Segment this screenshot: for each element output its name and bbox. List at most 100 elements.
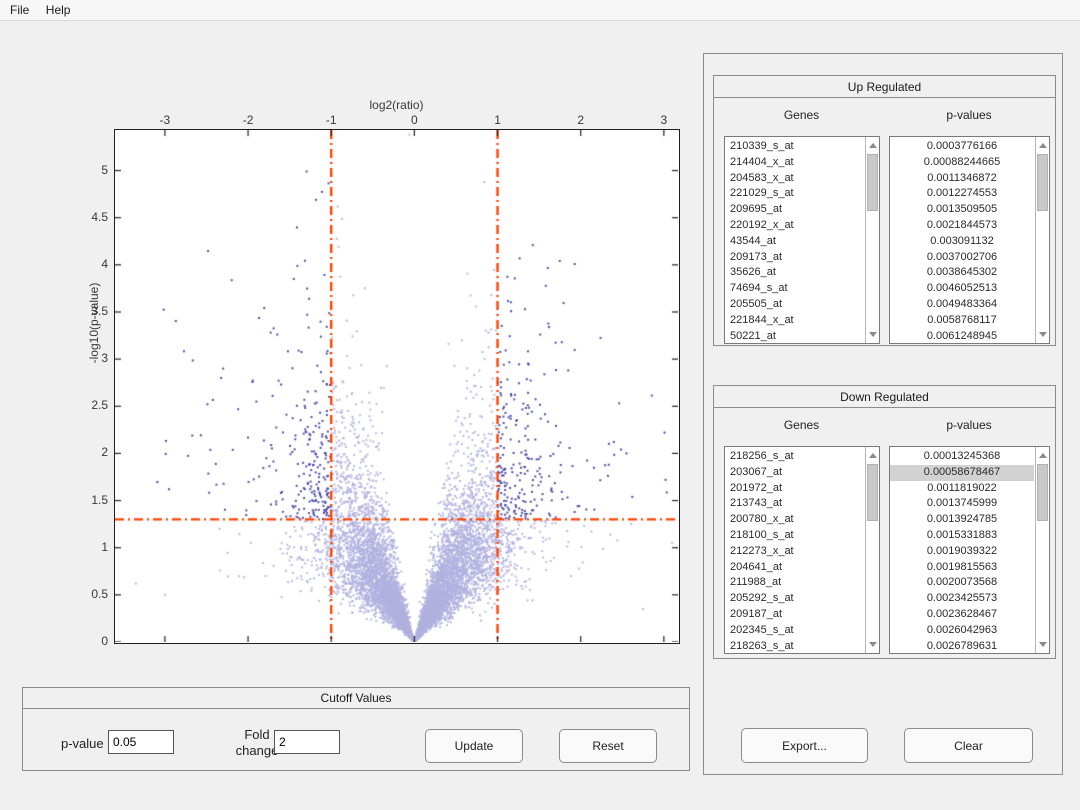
x-tick-label: -3: [145, 113, 185, 127]
y-axis-title: -log10(p-value): [87, 253, 101, 393]
list-item[interactable]: 221844_x_at: [725, 313, 864, 329]
list-item[interactable]: 209187_at: [725, 607, 864, 623]
list-item[interactable]: 0.0058768117: [890, 313, 1034, 329]
list-item[interactable]: 0.003091132: [890, 234, 1034, 250]
x-tick-label: -1: [311, 113, 351, 127]
list-item[interactable]: 0.0015331883: [890, 528, 1034, 544]
list-item[interactable]: 0.00088244665: [890, 155, 1034, 171]
scrollbar-thumb[interactable]: [867, 154, 878, 211]
list-item[interactable]: 200780_x_at: [725, 512, 864, 528]
up-genes-header: Genes: [724, 108, 879, 122]
menu-bar: File Help: [0, 0, 1080, 21]
list-item[interactable]: 0.0011819022: [890, 481, 1034, 497]
scroll-up-icon[interactable]: [1039, 143, 1047, 148]
list-item[interactable]: 0.00058678467: [890, 465, 1034, 481]
list-item[interactable]: 0.0038645302: [890, 265, 1034, 281]
menu-item-file[interactable]: File: [4, 0, 35, 17]
list-item[interactable]: 0.0003776166: [890, 139, 1034, 155]
list-item[interactable]: 218100_s_at: [725, 528, 864, 544]
scroll-up-icon[interactable]: [869, 453, 877, 458]
clear-button[interactable]: Clear: [904, 728, 1033, 763]
list-item[interactable]: 0.0023628467: [890, 607, 1034, 623]
down-regulated-title: Down Regulated: [714, 386, 1055, 408]
up-genes-listbox[interactable]: 210339_s_at214404_x_at204583_x_at221029_…: [724, 136, 880, 344]
menu-item-help[interactable]: Help: [40, 0, 77, 17]
fold-change-input[interactable]: [274, 730, 340, 754]
list-item[interactable]: 201972_at: [725, 481, 864, 497]
list-item[interactable]: 0.0037002706: [890, 250, 1034, 266]
list-item[interactable]: 211988_at: [725, 575, 864, 591]
pvalue-label: p-value: [61, 736, 104, 751]
list-item[interactable]: 0.0020073568: [890, 575, 1034, 591]
y-tick-label: 5: [74, 163, 108, 177]
list-item[interactable]: 0.0012274553: [890, 186, 1034, 202]
list-item[interactable]: 0.0013745999: [890, 496, 1034, 512]
y-tick-label: 4.5: [74, 210, 108, 224]
x-axis-title: log2(ratio): [115, 98, 678, 112]
down-pvalues-listbox[interactable]: 0.000132453680.000586784670.00118190220.…: [889, 446, 1050, 654]
list-item[interactable]: 203067_at: [725, 465, 864, 481]
x-tick-label: 3: [644, 113, 684, 127]
list-item[interactable]: 214404_x_at: [725, 155, 864, 171]
list-item[interactable]: 0.0026789631: [890, 639, 1034, 654]
list-item[interactable]: 0.0023425573: [890, 591, 1034, 607]
up-pvalues-header: p-values: [889, 108, 1049, 122]
list-item[interactable]: 220192_x_at: [725, 218, 864, 234]
export-button[interactable]: Export...: [741, 728, 868, 763]
up-pvalues-scrollbar[interactable]: [1035, 137, 1049, 343]
scroll-up-icon[interactable]: [869, 143, 877, 148]
y-tick-label: 0.5: [74, 587, 108, 601]
list-item[interactable]: 0.0046052513: [890, 281, 1034, 297]
down-genes-scrollbar[interactable]: [865, 447, 879, 653]
list-item[interactable]: 218263_s_at: [725, 639, 864, 654]
list-item[interactable]: 213743_at: [725, 496, 864, 512]
list-item[interactable]: 0.0061248945: [890, 329, 1034, 344]
down-genes-listbox[interactable]: 218256_s_at203067_at201972_at213743_at20…: [724, 446, 880, 654]
up-genes-scrollbar[interactable]: [865, 137, 879, 343]
scroll-down-icon[interactable]: [869, 642, 877, 647]
list-item[interactable]: 0.0026042963: [890, 623, 1034, 639]
scroll-up-icon[interactable]: [1039, 453, 1047, 458]
list-item[interactable]: 35626_at: [725, 265, 864, 281]
list-item[interactable]: 0.0019039322: [890, 544, 1034, 560]
y-tick-label: 1.5: [74, 493, 108, 507]
list-item[interactable]: 209695_at: [725, 202, 864, 218]
list-item[interactable]: 0.00013245368: [890, 449, 1034, 465]
scrollbar-thumb[interactable]: [1037, 464, 1048, 521]
y-tick-label: 3: [74, 351, 108, 365]
pvalue-input[interactable]: [108, 730, 174, 754]
list-item[interactable]: 0.0011346872: [890, 171, 1034, 187]
scroll-down-icon[interactable]: [869, 332, 877, 337]
up-regulated-panel: Up Regulated Genes p-values 210339_s_at2…: [713, 75, 1056, 346]
scrollbar-thumb[interactable]: [867, 464, 878, 521]
scrollbar-thumb[interactable]: [1037, 154, 1048, 211]
list-item[interactable]: 0.0021844573: [890, 218, 1034, 234]
list-item[interactable]: 0.0013509505: [890, 202, 1034, 218]
y-tick-label: 0: [74, 634, 108, 648]
up-pvalues-listbox[interactable]: 0.00037761660.000882446650.00113468720.0…: [889, 136, 1050, 344]
list-item[interactable]: 205292_s_at: [725, 591, 864, 607]
list-item[interactable]: 0.0019815563: [890, 560, 1034, 576]
reset-button[interactable]: Reset: [559, 729, 657, 763]
list-item[interactable]: 74694_s_at: [725, 281, 864, 297]
list-item[interactable]: 218256_s_at: [725, 449, 864, 465]
x-tick-label: 2: [561, 113, 601, 127]
list-item[interactable]: 205505_at: [725, 297, 864, 313]
list-item[interactable]: 221029_s_at: [725, 186, 864, 202]
list-item[interactable]: 212273_x_at: [725, 544, 864, 560]
list-item[interactable]: 202345_s_at: [725, 623, 864, 639]
update-button[interactable]: Update: [425, 729, 523, 763]
down-genes-header: Genes: [724, 418, 879, 432]
list-item[interactable]: 204583_x_at: [725, 171, 864, 187]
list-item[interactable]: 210339_s_at: [725, 139, 864, 155]
list-item[interactable]: 50221_at: [725, 329, 864, 344]
list-item[interactable]: 43544_at: [725, 234, 864, 250]
list-item[interactable]: 209173_at: [725, 250, 864, 266]
down-pvalues-scrollbar[interactable]: [1035, 447, 1049, 653]
list-item[interactable]: 0.0049483364: [890, 297, 1034, 313]
list-item[interactable]: 204641_at: [725, 560, 864, 576]
y-tick-label: 1: [74, 540, 108, 554]
list-item[interactable]: 0.0013924785: [890, 512, 1034, 528]
scroll-down-icon[interactable]: [1039, 332, 1047, 337]
scroll-down-icon[interactable]: [1039, 642, 1047, 647]
